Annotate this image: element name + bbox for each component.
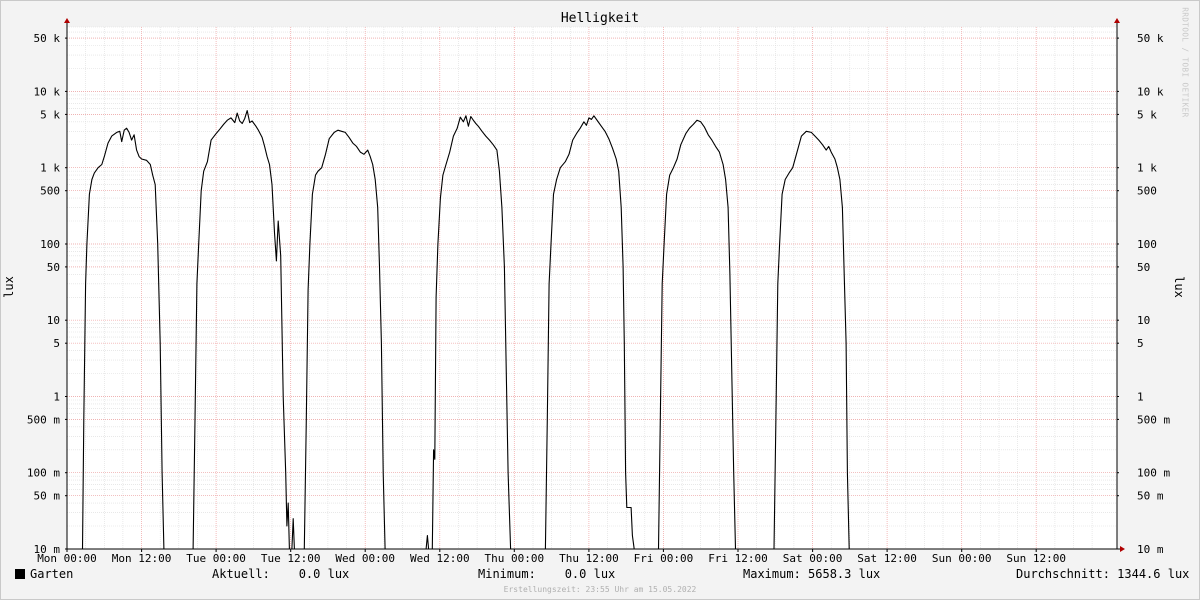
- x-tick-label: Mon 00:00: [37, 552, 97, 565]
- y-tick-label-left: 1 k: [40, 162, 60, 175]
- y-tick-label-right: 10: [1137, 314, 1150, 327]
- y-tick-label-left: 50 k: [34, 32, 61, 45]
- y-tick-label-left: 100: [40, 238, 60, 251]
- chart-title: Helligkeit: [560, 11, 640, 26]
- y-axis-label-right: lux: [1171, 276, 1186, 298]
- y-tick-label-right: 100 m: [1137, 467, 1170, 480]
- y-tick-label-right: 100: [1137, 238, 1157, 251]
- y-tick-label-right: 50 m: [1137, 490, 1164, 503]
- x-tick-label: Thu 00:00: [484, 552, 544, 565]
- legend-minimum: Minimum: 0.0 lux: [478, 567, 616, 581]
- x-tick-label: Tue 00:00: [186, 552, 246, 565]
- x-tick-label: Fri 12:00: [708, 552, 768, 565]
- y-tick-label-left: 50: [47, 261, 60, 274]
- legend-durchschnitt: Durchschnitt: 1344.6 lux: [1016, 567, 1190, 581]
- x-tick-label: Sat 12:00: [857, 552, 917, 565]
- legend-maximum: Maximum: 5658.3 lux: [743, 567, 881, 581]
- y-axis-label-left: lux: [1, 276, 16, 298]
- y-tick-label-right: 50 k: [1137, 32, 1164, 45]
- y-tick-label-left: 10 k: [34, 85, 61, 98]
- y-tick-label-right: 500: [1137, 185, 1157, 198]
- x-tick-label: Sat 00:00: [783, 552, 843, 565]
- y-tick-label-left: 500: [40, 185, 60, 198]
- y-tick-label-left: 1: [53, 391, 60, 404]
- legend-aktuell: Aktuell: 0.0 lux: [212, 567, 350, 581]
- footer-timestamp: Erstellungszeit: 23:55 Uhr am 15.05.2022: [503, 585, 697, 594]
- x-tick-label: Tue 12:00: [261, 552, 321, 565]
- y-tick-label-left: 5: [53, 337, 60, 350]
- y-tick-label-right: 500 m: [1137, 413, 1170, 426]
- legend-swatch: [15, 569, 25, 579]
- y-tick-label-right: 5 k: [1137, 108, 1157, 121]
- x-tick-label: Sun 00:00: [932, 552, 992, 565]
- x-tick-label: Sun 12:00: [1006, 552, 1066, 565]
- x-axis-arrow: [1120, 546, 1125, 552]
- x-tick-label: Thu 12:00: [559, 552, 619, 565]
- y-tick-label-left: 5 k: [40, 108, 60, 121]
- legend-series-name: Garten: [30, 567, 74, 581]
- y-tick-label-left: 500 m: [27, 413, 60, 426]
- watermark: RRDTOOL / TOBI OETIKER: [1180, 7, 1190, 118]
- y-tick-label-left: 50 m: [34, 490, 61, 503]
- legend: Garten Aktuell: 0.0 lux Minimum: 0.0 lux…: [0, 567, 1200, 583]
- y-tick-label-right: 50: [1137, 261, 1150, 274]
- y-tick-label-right: 10 m: [1137, 543, 1164, 556]
- x-tick-label: Wed 12:00: [410, 552, 470, 565]
- y-tick-label-left: 100 m: [27, 467, 60, 480]
- y-tick-label-right: 10 k: [1137, 85, 1164, 98]
- x-tick-label: Wed 00:00: [335, 552, 395, 565]
- chart-canvas: 10 m 10 m50 m 50 m100 m 100 m500 m 500 m1 15 5…: [27, 18, 1170, 565]
- x-tick-label: Fri 00:00: [634, 552, 694, 565]
- y-tick-label-right: 5: [1137, 337, 1144, 350]
- y-tick-label-left: 10: [47, 314, 60, 327]
- y-tick-label-right: 1 k: [1137, 162, 1157, 175]
- x-tick-label: Mon 12:00: [112, 552, 172, 565]
- y-tick-label-right: 1: [1137, 391, 1144, 404]
- plot-area: [67, 27, 1117, 549]
